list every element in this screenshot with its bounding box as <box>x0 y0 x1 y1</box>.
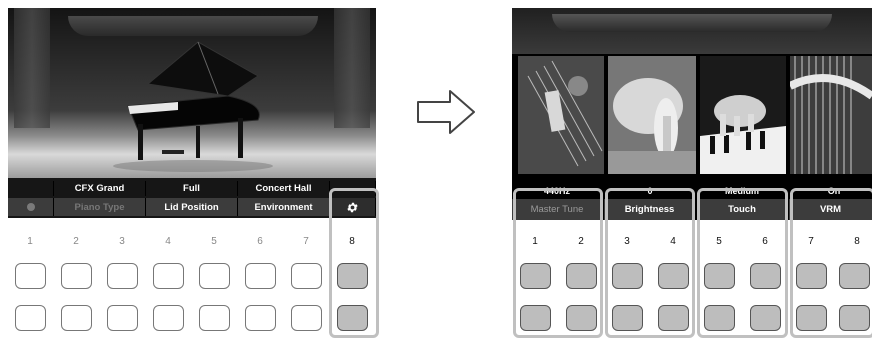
concert-hall-stage-image <box>8 8 376 178</box>
right-button-number-2: 2 <box>578 236 584 247</box>
tuning-photo <box>518 56 604 174</box>
right-lower-button-4[interactable] <box>658 305 689 331</box>
right-upper-button-3[interactable] <box>612 263 643 289</box>
right-button-number-7: 7 <box>808 236 814 247</box>
strings-photo <box>790 56 872 174</box>
grand-piano-image <box>113 41 273 172</box>
right-lower-button-2[interactable] <box>566 305 597 331</box>
lower-button-3[interactable] <box>107 305 138 331</box>
right-button-number-3: 3 <box>624 236 630 247</box>
lower-button-7[interactable] <box>291 305 322 331</box>
piano-setting-screen: CFX Grand Full Concert Hall Piano Type L… <box>8 8 376 218</box>
right-lower-button-7[interactable] <box>796 305 827 331</box>
upper-button-4[interactable] <box>153 263 184 289</box>
upper-button-7[interactable] <box>291 263 322 289</box>
upper-button-5[interactable] <box>199 263 230 289</box>
piano-type-value: CFX Grand <box>54 181 146 196</box>
lid-position-value: Full <box>146 181 238 196</box>
right-lower-button-8[interactable] <box>839 305 870 331</box>
button-number-4: 4 <box>165 236 171 247</box>
lower-button-4[interactable] <box>153 305 184 331</box>
upper-button-8[interactable] <box>337 263 368 289</box>
upper-button-2[interactable] <box>61 263 92 289</box>
lower-button-2[interactable] <box>61 305 92 331</box>
right-upper-button-5[interactable] <box>704 263 735 289</box>
right-upper-button-6[interactable] <box>750 263 781 289</box>
stage-top-image <box>512 8 872 54</box>
right-upper-button-2[interactable] <box>566 263 597 289</box>
right-button-number-1: 1 <box>532 236 538 247</box>
lower-button-5[interactable] <box>199 305 230 331</box>
right-lower-button-3[interactable] <box>612 305 643 331</box>
circle-indicator-icon <box>26 203 35 211</box>
right-upper-button-1[interactable] <box>520 263 551 289</box>
button-number-7: 7 <box>303 236 309 247</box>
button-number-5: 5 <box>211 236 217 247</box>
button-number-8: 8 <box>349 236 355 247</box>
right-upper-button-8[interactable] <box>839 263 870 289</box>
button-number-3: 3 <box>119 236 125 247</box>
environment-label[interactable]: Environment <box>238 198 330 216</box>
lower-button-1[interactable] <box>15 305 46 331</box>
lid-position-label[interactable]: Lid Position <box>146 198 238 216</box>
right-button-number-4: 4 <box>670 236 676 247</box>
upper-button-1[interactable] <box>15 263 46 289</box>
lower-button-6[interactable] <box>245 305 276 331</box>
right-arrow-icon <box>417 90 475 134</box>
info-bar: CFX Grand Full Concert Hall Piano Type L… <box>8 178 376 218</box>
button-number-1: 1 <box>27 236 33 247</box>
upper-button-6[interactable] <box>245 263 276 289</box>
right-lower-button-6[interactable] <box>750 305 781 331</box>
lower-button-8[interactable] <box>337 305 368 331</box>
upper-button-3[interactable] <box>107 263 138 289</box>
right-lower-button-5[interactable] <box>704 305 735 331</box>
right-upper-button-7[interactable] <box>796 263 827 289</box>
voicing-photo <box>608 56 696 174</box>
button-number-6: 6 <box>257 236 263 247</box>
piano-type-label[interactable]: Piano Type <box>54 198 146 216</box>
right-button-number-8: 8 <box>854 236 860 247</box>
right-button-number-5: 5 <box>716 236 722 247</box>
right-button-number-6: 6 <box>762 236 768 247</box>
button-number-2: 2 <box>73 236 79 247</box>
right-lower-button-1[interactable] <box>520 305 551 331</box>
indicator-slot <box>8 198 54 216</box>
playing-hands-photo <box>700 56 786 174</box>
right-upper-button-4[interactable] <box>658 263 689 289</box>
environment-value: Concert Hall <box>238 181 330 196</box>
